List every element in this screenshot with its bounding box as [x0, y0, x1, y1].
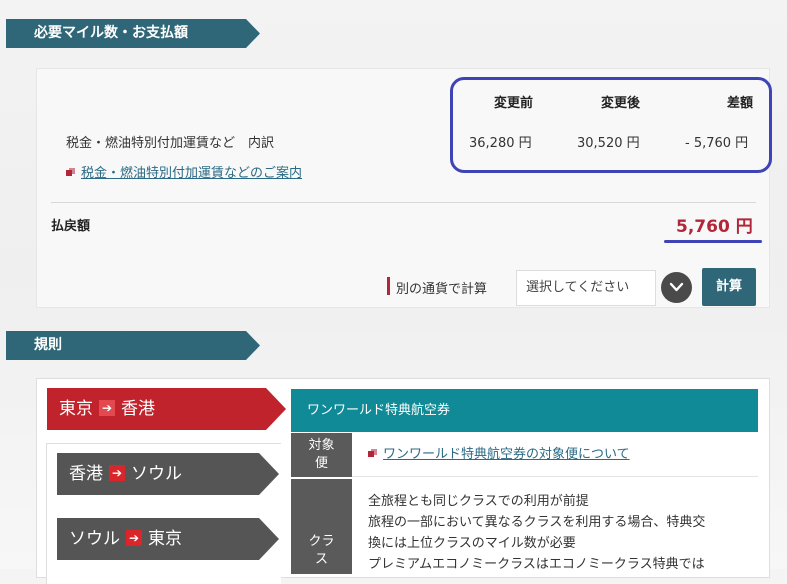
row-content-class: 全旅程とも同じクラスでの利用が前提 旅程の一部において異なるクラスを利用する場合…	[352, 479, 758, 574]
tax-info-link-text[interactable]: 税金・燃油特別付加運賃などのご案内	[81, 166, 302, 181]
route-from: ソウル	[69, 529, 120, 549]
chevron-down-icon[interactable]	[661, 272, 692, 303]
section-title-rules: 規則	[6, 331, 260, 360]
row-label-line: 対象	[308, 438, 335, 453]
highlight-annotation	[450, 77, 772, 173]
currency-label: 別の通貨で計算	[396, 282, 488, 297]
ticket-type-header: ワンワールド特典航空券	[291, 389, 758, 432]
route-to: 東京	[148, 529, 182, 549]
arrow-right-icon: ➔	[99, 400, 115, 416]
route-tab-hongkong-seoul[interactable]: 香港 ➔ ソウル	[57, 453, 279, 495]
section-title-payment: 必要マイル数・お支払額	[6, 19, 260, 48]
route-from: 東京	[59, 399, 93, 419]
calculate-button[interactable]: 計算	[702, 268, 756, 306]
row-label-line: 便	[314, 456, 328, 471]
row-label-line: クラ	[308, 534, 335, 549]
refund-label: 払戻額	[51, 219, 91, 234]
row-label-flights: 対象 便	[291, 433, 352, 477]
arrow-right-icon: ➔	[126, 530, 142, 546]
link-icon	[66, 168, 75, 176]
route-tab-tokyo-hongkong[interactable]: 東京 ➔ 香港	[47, 388, 286, 430]
refund-amount: 5,760 円	[676, 217, 753, 237]
class-rule-line: 換には上位クラスのマイル数が必要	[368, 536, 576, 551]
route-to: ソウル	[131, 464, 182, 484]
route-to: 香港	[121, 399, 155, 419]
currency-label-bar	[387, 277, 390, 295]
row-label-line: ス	[314, 552, 328, 567]
refund-underline-annotation	[664, 240, 762, 243]
class-rule-line: 全旅程とも同じクラスでの利用が前提	[368, 494, 589, 509]
arrow-right-icon: ➔	[109, 465, 125, 481]
tax-info-link[interactable]: 税金・燃油特別付加運賃などのご案内	[66, 162, 302, 181]
link-icon	[368, 449, 377, 457]
row-label-class: クラ ス	[291, 479, 352, 574]
class-rule-line: 旅程の一部において異なるクラスを利用する場合、特典交	[368, 515, 706, 530]
row-content-flights: ワンワールド特典航空券の対象便について	[352, 433, 758, 477]
eligible-flights-link[interactable]: ワンワールド特典航空券の対象便について	[383, 447, 630, 462]
route-tab-seoul-tokyo[interactable]: ソウル ➔ 東京	[57, 518, 279, 560]
class-rule-line: プレミアムエコノミークラスはエコノミークラス特典では	[368, 557, 705, 572]
route-from: 香港	[69, 464, 103, 484]
currency-select[interactable]: 選択してください	[516, 270, 656, 306]
divider	[51, 202, 756, 203]
tax-row-label: 税金・燃油特別付加運賃など 内訳	[66, 136, 275, 151]
